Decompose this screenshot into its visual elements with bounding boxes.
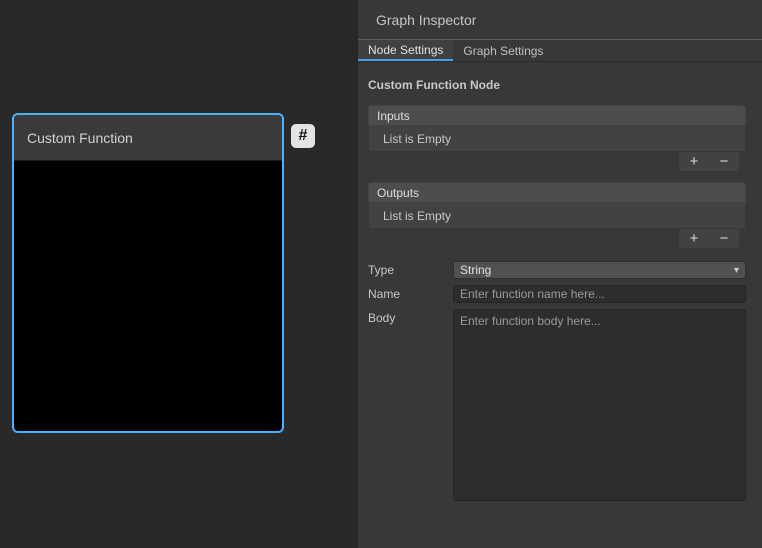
function-fields: Type String ▾ Name Body: [368, 261, 746, 501]
function-name-input[interactable]: [453, 285, 746, 303]
inputs-add-button[interactable]: +: [682, 153, 706, 171]
name-label: Name: [368, 285, 453, 301]
hash-icon: #: [299, 127, 308, 145]
type-field-row: Type String ▾: [368, 261, 746, 279]
outputs-list: Outputs List is Empty + −: [368, 182, 746, 249]
type-label: Type: [368, 261, 453, 277]
tab-node-settings[interactable]: Node Settings: [358, 40, 453, 61]
section-title: Custom Function Node: [368, 78, 746, 92]
outputs-list-footer: + −: [678, 229, 740, 249]
type-dropdown-value: String: [460, 263, 491, 277]
inputs-remove-button[interactable]: −: [712, 153, 736, 171]
outputs-remove-button[interactable]: −: [712, 230, 736, 248]
node-preview-toggle-badge[interactable]: #: [291, 124, 315, 148]
tab-graph-settings[interactable]: Graph Settings: [453, 40, 553, 61]
inputs-list-footer: + −: [678, 152, 740, 172]
chevron-down-icon: ▾: [734, 265, 739, 276]
function-body-input[interactable]: [453, 309, 746, 501]
panel-header[interactable]: Graph Inspector: [358, 0, 762, 40]
panel-title: Graph Inspector: [376, 12, 476, 28]
body-label: Body: [368, 309, 453, 325]
inspector-content: Custom Function Node Inputs List is Empt…: [358, 62, 762, 501]
outputs-list-header[interactable]: Outputs: [368, 182, 746, 203]
name-field-row: Name: [368, 285, 746, 303]
body-field-row: Body: [368, 309, 746, 501]
node-preview-area: [14, 161, 282, 431]
outputs-empty-row: List is Empty: [368, 203, 746, 229]
inputs-list: Inputs List is Empty + −: [368, 105, 746, 172]
node-header[interactable]: Custom Function: [14, 115, 282, 161]
node-title: Custom Function: [27, 130, 133, 146]
type-dropdown[interactable]: String ▾: [453, 261, 746, 279]
graph-canvas[interactable]: Custom Function #: [0, 0, 357, 548]
outputs-add-button[interactable]: +: [682, 230, 706, 248]
custom-function-node[interactable]: Custom Function: [14, 115, 282, 431]
tab-bar: Node Settings Graph Settings: [358, 40, 762, 62]
inputs-list-header[interactable]: Inputs: [368, 105, 746, 126]
inputs-empty-row: List is Empty: [368, 126, 746, 152]
graph-inspector-panel: Graph Inspector Node Settings Graph Sett…: [357, 0, 762, 548]
